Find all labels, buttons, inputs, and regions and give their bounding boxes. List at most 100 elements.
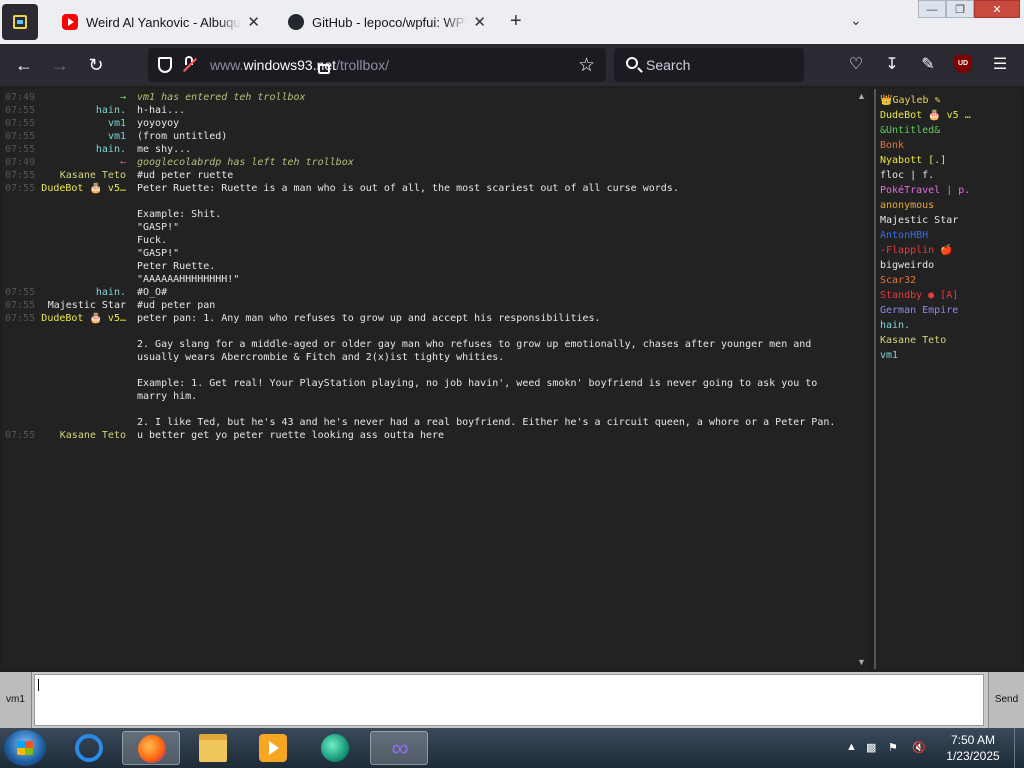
- message-time: 07:55: [5, 430, 36, 441]
- message-nick[interactable]: Majestic Star: [40, 299, 126, 312]
- user-list-item[interactable]: Majestic Star: [880, 213, 1022, 228]
- message-nick[interactable]: vm1: [40, 117, 126, 130]
- user-list-item[interactable]: 👑Gayleb ✎: [880, 93, 1022, 108]
- user-list-item[interactable]: DudeBot 🎂 v5 …: [880, 108, 1022, 123]
- reload-icon[interactable]: ↻: [84, 53, 108, 77]
- nickname-button[interactable]: vm1: [0, 672, 32, 728]
- message-nick[interactable]: hain.: [40, 104, 126, 117]
- show-desktop-button[interactable]: [1014, 728, 1024, 768]
- message-body: h-hai...: [137, 105, 186, 116]
- chat-scrollbar[interactable]: ▲ ▼: [854, 89, 868, 669]
- extensions-icon[interactable]: ✎: [916, 53, 940, 77]
- taskbar-app-vs[interactable]: ∞: [370, 731, 428, 765]
- scroll-up-icon[interactable]: ▲: [857, 91, 866, 101]
- send-button[interactable]: Send: [988, 672, 1024, 728]
- start-button[interactable]: [4, 730, 46, 766]
- insecure-lock-icon[interactable]: [182, 56, 330, 74]
- chat-message: 07:55 vm1 (from untitled): [2, 130, 868, 143]
- pocket-icon[interactable]: ♡: [844, 53, 868, 77]
- user-list-item[interactable]: -Flapplin 🍎: [880, 243, 1022, 258]
- search-icon: [626, 57, 638, 69]
- ublock-icon[interactable]: UD: [954, 55, 972, 73]
- message-time: 07:55: [5, 144, 36, 155]
- user-list-item[interactable]: AntonHBH: [880, 228, 1022, 243]
- user-list-item[interactable]: Scar32: [880, 273, 1022, 288]
- menu-icon[interactable]: ☰: [988, 53, 1012, 77]
- taskbar-app-globe[interactable]: [306, 731, 364, 765]
- user-list-item[interactable]: Standby ● [A]: [880, 288, 1022, 303]
- close-tab-icon[interactable]: ✕: [247, 13, 260, 31]
- maximize-button[interactable]: ❐: [946, 0, 974, 18]
- minimize-button[interactable]: —: [918, 0, 946, 18]
- chat-message: 07:55 DudeBot 🎂 v5… peter pan: 1. Any man …: [2, 312, 868, 429]
- network-icon[interactable]: ▩: [866, 741, 876, 754]
- forward-arrow-icon[interactable]: →: [48, 53, 72, 77]
- message-body: Peter Ruette: Ruette is a man who is out…: [137, 183, 679, 285]
- message-nick[interactable]: Kasane Teto: [40, 429, 126, 442]
- clock[interactable]: 7:50 AM 1/23/2025: [936, 732, 1010, 764]
- navigation-bar: ← → ↻ www.windows93.net/trollbox/ ☆ Sear…: [0, 44, 1024, 86]
- tab-github[interactable]: GitHub - lepoco/wpfui: WPF UI ✕: [278, 6, 496, 38]
- message-time: 07:55: [5, 287, 36, 298]
- search-bar[interactable]: Search: [614, 48, 804, 82]
- app-menu-icon[interactable]: [2, 4, 38, 40]
- taskbar-app-media[interactable]: [244, 731, 302, 765]
- chat-message: 07:55 hain. me shy...: [2, 143, 868, 156]
- user-list-item[interactable]: Kasane Teto: [880, 333, 1022, 348]
- close-tab-icon[interactable]: ✕: [473, 13, 486, 31]
- tray-expand-icon[interactable]: ▲: [846, 741, 857, 753]
- message-nick[interactable]: ←: [40, 156, 126, 169]
- new-tab-button[interactable]: +: [510, 10, 522, 33]
- user-list-item[interactable]: PokéTravel | p.: [880, 183, 1022, 198]
- message-nick[interactable]: hain.: [40, 143, 126, 156]
- message-nick[interactable]: hain.: [40, 286, 126, 299]
- user-list-item[interactable]: vm1: [880, 348, 1022, 363]
- flag-icon[interactable]: ⚑: [888, 741, 898, 754]
- user-list-item[interactable]: Nyabott [.]: [880, 153, 1022, 168]
- taskbar-app-explorer[interactable]: [184, 731, 242, 765]
- clock-date: 1/23/2025: [946, 749, 1000, 763]
- message-body: #O_O#: [137, 287, 168, 298]
- firefox-icon: [138, 735, 166, 763]
- chevron-down-icon[interactable]: ⌄: [850, 12, 862, 29]
- message-nick[interactable]: Kasane Teto: [40, 169, 126, 182]
- user-list-item[interactable]: anonymous: [880, 198, 1022, 213]
- taskbar-app-ie[interactable]: [60, 731, 118, 765]
- url-bar[interactable]: www.windows93.net/trollbox/ ☆: [148, 48, 606, 82]
- tab-title: Weird Al Yankovic - Albuquerque: [86, 14, 241, 30]
- close-window-button[interactable]: ✕: [974, 0, 1020, 18]
- message-body: vm1 has entered teh trollbox: [137, 92, 306, 103]
- visual-studio-icon: ∞: [391, 735, 409, 762]
- chat-message: 07:55 DudeBot 🎂 v5… Peter Ruette: Ruette i…: [2, 182, 868, 286]
- user-list-item[interactable]: German Empire: [880, 303, 1022, 318]
- user-list-item[interactable]: floc | f.: [880, 168, 1022, 183]
- user-list-item[interactable]: &Untitled&: [880, 123, 1022, 138]
- tab-weird-al[interactable]: Weird Al Yankovic - Albuquerque ✕: [52, 6, 270, 38]
- message-nick[interactable]: →: [40, 91, 126, 104]
- chat-message: 07:55 vm1 yoyoyoy: [2, 117, 868, 130]
- message-input[interactable]: [34, 674, 984, 726]
- message-body: googlecolabrdp has left teh trollbox: [137, 157, 354, 168]
- message-time: 07:55: [5, 170, 36, 181]
- bookmark-star-icon[interactable]: ☆: [578, 54, 595, 77]
- user-list-item[interactable]: Bonk: [880, 138, 1022, 153]
- trollbox-page: 07:49 → vm1 has entered teh trollbox 07:55 h…: [0, 86, 1024, 728]
- user-list-item[interactable]: bigweirdo: [880, 258, 1022, 273]
- shield-icon[interactable]: [158, 57, 172, 73]
- message-time: 07:55: [5, 105, 36, 116]
- back-arrow-icon[interactable]: ←: [12, 53, 36, 77]
- user-list-item[interactable]: hain.: [880, 318, 1022, 333]
- volume-muted-icon[interactable]: 🔇: [912, 741, 926, 754]
- message-nick[interactable]: DudeBot 🎂 v5…: [40, 312, 126, 325]
- message-time: 07:55: [5, 183, 36, 194]
- chat-log[interactable]: 07:49 → vm1 has entered teh trollbox 07:55 h…: [2, 89, 868, 669]
- taskbar-app-firefox[interactable]: [122, 731, 180, 765]
- message-nick[interactable]: vm1: [40, 130, 126, 143]
- scroll-down-icon[interactable]: ▼: [857, 657, 866, 667]
- github-icon: [288, 14, 304, 30]
- media-player-icon: [259, 734, 287, 762]
- download-icon[interactable]: ↧: [880, 53, 904, 77]
- window-controls: — ❐ ✕: [918, 0, 1020, 18]
- url-text[interactable]: www.windows93.net/trollbox/: [210, 57, 389, 73]
- message-nick[interactable]: DudeBot 🎂 v5…: [40, 182, 126, 195]
